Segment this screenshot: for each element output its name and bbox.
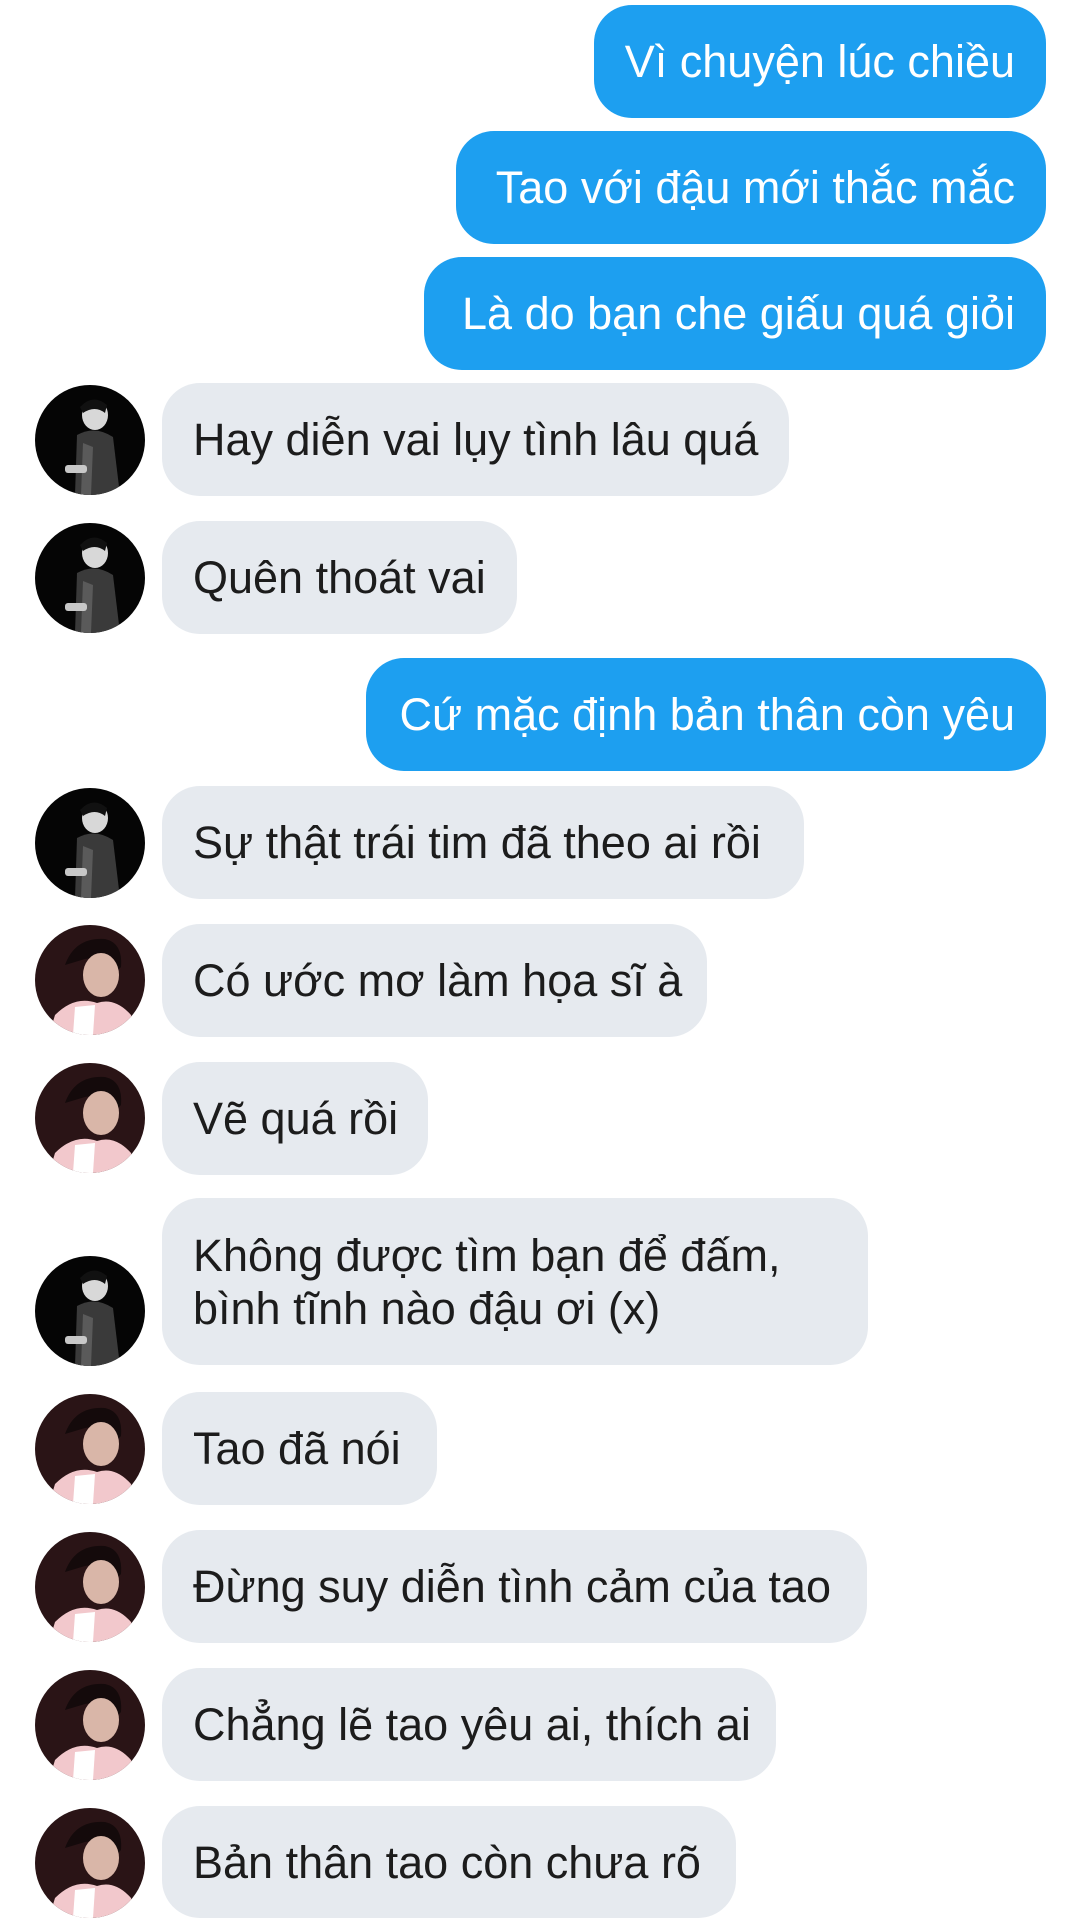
message-bubble-outgoing[interactable]: Vì chuyện lúc chiều [594,5,1046,118]
message-bubble-outgoing[interactable]: Cứ mặc định bản thân còn yêu [366,658,1046,771]
message-text: Cứ mặc định bản thân còn yêu [399,689,1016,740]
message-bubble-outgoing[interactable]: Là do bạn che giấu quá giỏi [424,257,1046,370]
message-text: Có ước mơ làm họa sĩ à [193,955,683,1006]
message-bubble-incoming[interactable]: Bản thân tao còn chưa rõ [162,1806,736,1918]
message-text: Quên thoát vai [193,552,486,603]
message-bubble-incoming[interactable]: Quên thoát vai [162,521,517,634]
avatar-dark-icon[interactable] [35,788,145,898]
avatar-pink-icon[interactable] [35,1670,145,1780]
message-text: Tao đã nói [193,1423,401,1474]
message-bubble-incoming[interactable]: Tao đã nói [162,1392,437,1505]
avatar-dark-icon[interactable] [35,523,145,633]
message-text: Vì chuyện lúc chiều [624,36,1015,87]
avatar-pink-icon[interactable] [35,1532,145,1642]
message-text: Đừng suy diễn tình cảm của tao [193,1561,831,1612]
avatar-pink-icon[interactable] [35,1808,145,1918]
message-bubble-incoming[interactable]: Vẽ quá rồi [162,1062,428,1175]
message-text: Tao với đậu mới thắc mắc [495,162,1015,213]
avatar-pink-icon[interactable] [35,925,145,1035]
avatar-pink-icon[interactable] [35,1394,145,1504]
chat-thread: Vì chuyện lúc chiều Tao với đậu mới thắc… [0,0,1078,1920]
message-bubble-outgoing[interactable]: Tao với đậu mới thắc mắc [456,131,1046,244]
message-bubble-incoming[interactable]: Hay diễn vai lụy tình lâu quá [162,383,789,496]
message-text: Là do bạn che giấu quá giỏi [462,288,1015,339]
message-bubble-incoming[interactable]: Chẳng lẽ tao yêu ai, thích ai [162,1668,776,1781]
message-text: Bản thân tao còn chưa rõ [193,1836,701,1888]
avatar-dark-icon[interactable] [35,1256,145,1366]
avatar-dark-icon[interactable] [35,385,145,495]
message-bubble-incoming[interactable]: Sự thật trái tim đã theo ai rồi [162,786,804,899]
avatar-pink-icon[interactable] [35,1063,145,1173]
message-text: Chẳng lẽ tao yêu ai, thích ai [193,1699,751,1750]
message-bubble-incoming[interactable]: Có ước mơ làm họa sĩ à [162,924,707,1037]
message-text: Hay diễn vai lụy tình lâu quá [193,414,759,465]
message-bubble-incoming[interactable]: Không được tìm bạn để đấm, bình tĩnh nào… [162,1198,868,1365]
message-text: Vẽ quá rồi [193,1093,399,1144]
message-bubble-incoming[interactable]: Đừng suy diễn tình cảm của tao [162,1530,867,1643]
message-text: Sự thật trái tim đã theo ai rồi [193,817,761,868]
message-text: Không được tìm bạn để đấm, bình tĩnh nào… [193,1229,781,1334]
